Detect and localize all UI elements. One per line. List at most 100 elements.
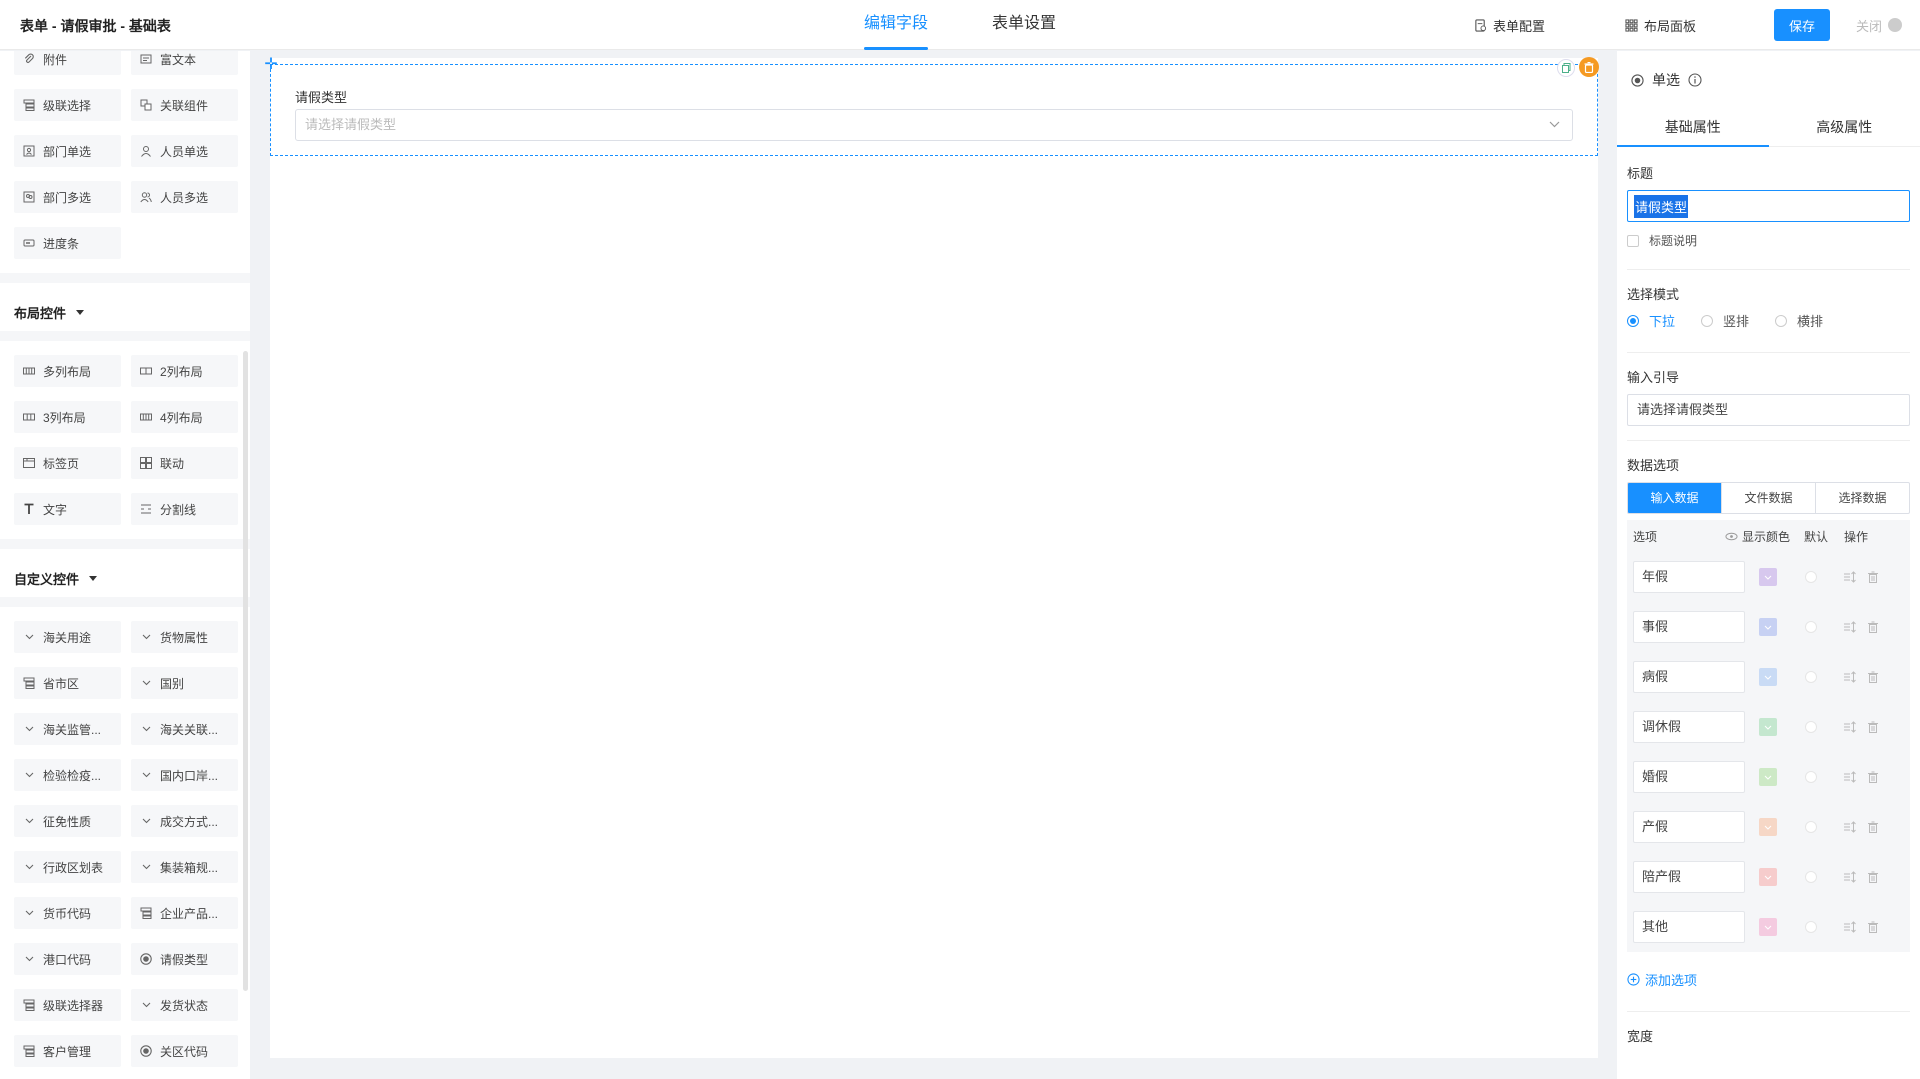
palette-item[interactable]: 国内口岸... (131, 759, 238, 791)
trash-icon[interactable] (1867, 821, 1879, 833)
palette-item[interactable]: 文字 (14, 493, 121, 525)
info-icon[interactable] (1688, 73, 1702, 87)
default-radio[interactable] (1805, 771, 1817, 783)
delete-icon[interactable] (1579, 57, 1599, 77)
color-swatch[interactable] (1759, 768, 1777, 786)
palette-item[interactable]: 行政区划表 (14, 851, 121, 883)
option-input[interactable]: 调休假 (1633, 711, 1745, 743)
palette-item[interactable]: 省市区 (14, 667, 121, 699)
palette-item[interactable]: 2列布局 (131, 355, 238, 387)
default-radio[interactable] (1805, 871, 1817, 883)
trash-icon[interactable] (1867, 871, 1879, 883)
palette-item[interactable]: 海关用途 (14, 621, 121, 653)
color-swatch[interactable] (1759, 918, 1777, 936)
trash-icon[interactable] (1867, 771, 1879, 783)
option-input[interactable]: 年假 (1633, 561, 1745, 593)
color-swatch[interactable] (1759, 618, 1777, 636)
mode-dropdown-radio[interactable]: 下拉 (1627, 311, 1675, 330)
tab-advanced-properties[interactable]: 高级属性 (1769, 109, 1920, 146)
default-radio[interactable] (1805, 721, 1817, 733)
palette-item[interactable]: 联动 (131, 447, 238, 479)
palette-item[interactable]: 集装箱规... (131, 851, 238, 883)
palette-item[interactable]: 关联组件 (131, 89, 238, 121)
default-radio[interactable] (1805, 571, 1817, 583)
palette-item[interactable]: 3列布局 (14, 401, 121, 433)
option-input[interactable]: 陪产假 (1633, 861, 1745, 893)
guide-input[interactable]: 请选择请假类型 (1627, 394, 1910, 426)
palette-item[interactable]: 4列布局 (131, 401, 238, 433)
tab-edit-fields[interactable]: 编辑字段 (864, 0, 929, 50)
tab-input-data[interactable]: 输入数据 (1628, 483, 1722, 513)
trash-icon[interactable] (1867, 621, 1879, 633)
leave-type-select[interactable]: 请选择请假类型 (295, 109, 1573, 141)
drag-sort-icon[interactable] (1843, 721, 1857, 733)
trash-icon[interactable] (1867, 671, 1879, 683)
move-handle-icon[interactable]: ✛ (263, 57, 279, 73)
palette-item[interactable]: 请假类型 (131, 943, 238, 975)
tab-select-data[interactable]: 选择数据 (1816, 483, 1909, 513)
mode-horizontal-radio[interactable]: 横排 (1775, 311, 1823, 330)
color-swatch[interactable] (1759, 818, 1777, 836)
trash-icon[interactable] (1867, 921, 1879, 933)
tab-basic-properties[interactable]: 基础属性 (1617, 109, 1769, 147)
palette-item[interactable]: 货物属性 (131, 621, 238, 653)
palette-item[interactable]: 富文本 (131, 51, 238, 75)
option-input[interactable]: 事假 (1633, 611, 1745, 643)
color-swatch[interactable] (1759, 568, 1777, 586)
drag-sort-icon[interactable] (1843, 821, 1857, 833)
add-option-button[interactable]: 添加选项 (1627, 970, 1910, 989)
palette-item[interactable]: 海关监管... (14, 713, 121, 745)
layout-section-title[interactable]: 布局控件 (0, 293, 250, 331)
drag-sort-icon[interactable] (1843, 571, 1857, 583)
option-input[interactable]: 其他 (1633, 911, 1745, 943)
title-input[interactable]: 请假类型 (1627, 190, 1910, 222)
drag-sort-icon[interactable] (1843, 871, 1857, 883)
palette-item[interactable]: 检验检疫... (14, 759, 121, 791)
palette-item[interactable]: 国别 (131, 667, 238, 699)
custom-section-title[interactable]: 自定义控件 (0, 559, 250, 597)
option-input[interactable]: 病假 (1633, 661, 1745, 693)
trash-icon[interactable] (1867, 571, 1879, 583)
drag-sort-icon[interactable] (1843, 621, 1857, 633)
form-config-button[interactable]: 表单配置 (1474, 16, 1545, 35)
tab-form-settings[interactable]: 表单设置 (992, 0, 1056, 50)
palette-item[interactable]: 附件 (14, 51, 121, 75)
palette-item[interactable]: 人员单选 (131, 135, 238, 167)
drag-sort-icon[interactable] (1843, 671, 1857, 683)
color-swatch[interactable] (1759, 668, 1777, 686)
palette-item[interactable]: 部门多选 (14, 181, 121, 213)
default-radio[interactable] (1805, 671, 1817, 683)
palette-item[interactable]: 分割线 (131, 493, 238, 525)
close-button[interactable]: 关闭 (1856, 16, 1902, 35)
trash-icon[interactable] (1867, 721, 1879, 733)
palette-item[interactable]: 货币代码 (14, 897, 121, 929)
palette-item[interactable]: 进度条 (14, 227, 121, 259)
palette-item[interactable]: 企业产品... (131, 897, 238, 929)
palette-item[interactable]: 级联选择器 (14, 989, 121, 1021)
palette-item[interactable]: 港口代码 (14, 943, 121, 975)
option-input[interactable]: 产假 (1633, 811, 1745, 843)
palette-item[interactable]: 成交方式... (131, 805, 238, 837)
palette-item[interactable]: 海关关联... (131, 713, 238, 745)
palette-item[interactable]: 部门单选 (14, 135, 121, 167)
tab-file-data[interactable]: 文件数据 (1722, 483, 1816, 513)
color-swatch[interactable] (1759, 868, 1777, 886)
selected-form-field[interactable]: ✛ 请假类型 请选择请假类型 (264, 57, 1599, 156)
palette-item[interactable]: 发货状态 (131, 989, 238, 1021)
palette-item[interactable]: 标签页 (14, 447, 121, 479)
layout-panel-button[interactable]: 布局面板 (1625, 16, 1696, 35)
drag-sort-icon[interactable] (1843, 921, 1857, 933)
palette-item[interactable]: 客户管理 (14, 1035, 121, 1067)
palette-item[interactable]: 级联选择 (14, 89, 121, 121)
default-radio[interactable] (1805, 621, 1817, 633)
default-radio[interactable] (1805, 921, 1817, 933)
palette-scrollbar[interactable] (243, 351, 248, 991)
default-radio[interactable] (1805, 821, 1817, 833)
palette-item[interactable]: 人员多选 (131, 181, 238, 213)
title-desc-checkbox[interactable]: 标题说明 (1627, 232, 1910, 249)
drag-sort-icon[interactable] (1843, 771, 1857, 783)
color-swatch[interactable] (1759, 718, 1777, 736)
copy-icon[interactable] (1557, 59, 1575, 77)
mode-vertical-radio[interactable]: 竖排 (1701, 311, 1749, 330)
save-button[interactable]: 保存 (1773, 9, 1830, 41)
